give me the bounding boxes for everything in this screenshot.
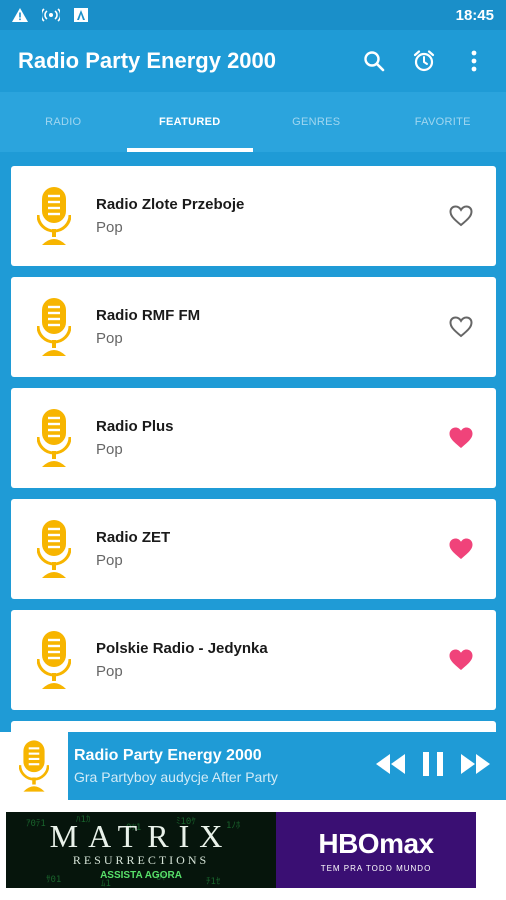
more-vertical-icon — [471, 50, 477, 72]
station-card[interactable]: Radio RMF FM Pop — [11, 277, 496, 377]
rewind-button[interactable] — [376, 753, 406, 779]
favorite-toggle[interactable] — [426, 538, 496, 560]
tab-favorite[interactable]: FAVORITE — [380, 92, 506, 152]
station-genre: Pop — [96, 552, 123, 569]
fast-forward-button[interactable] — [460, 753, 490, 779]
tab-bar: RADIO FEATURED GENRES FAVORITE — [0, 92, 506, 152]
heart-outline-icon — [449, 205, 473, 227]
station-name: Radio RMF FM — [96, 307, 201, 324]
favorite-toggle[interactable] — [426, 205, 496, 227]
heart-filled-icon — [449, 649, 473, 670]
heart-filled-icon — [449, 427, 473, 448]
tab-radio[interactable]: RADIO — [0, 92, 127, 152]
heart-outline-icon — [449, 316, 473, 338]
fast-forward-icon — [461, 753, 490, 774]
overflow-menu-button[interactable] — [460, 47, 488, 75]
ad-matrix-panel: ｱ0ﾃ1 ﾊ1ｶ 0ﾂ1 ﾐ10ｹ 1ﾉﾎ ｻ01 ﾁ1ｾ 0ｷ ﾑ1 MATRIX RES… — [6, 812, 276, 888]
station-card[interactable]: Radio ZET Pop — [11, 499, 496, 599]
app-title: Radio Party Energy 2000 — [18, 48, 277, 73]
station-genre: Pop — [96, 663, 123, 680]
alarm-button[interactable] — [410, 47, 438, 75]
favorite-toggle[interactable] — [426, 649, 496, 671]
microphone-icon — [11, 187, 96, 245]
now-playing-bar[interactable]: Radio Party Energy 2000 Gra Partyboy aud… — [0, 732, 506, 800]
rewind-icon — [376, 753, 405, 774]
microphone-icon — [11, 409, 96, 467]
tab-featured[interactable]: FEATURED — [126, 92, 254, 152]
station-name: Radio Zlote Przeboje — [96, 196, 245, 213]
status-bar: 18:45 — [0, 0, 506, 30]
station-genre: Pop — [96, 330, 123, 347]
now-playing-subtitle: Gra Partyboy audycje After Party — [74, 769, 278, 785]
station-card-partial[interactable] — [11, 721, 496, 732]
microphone-icon — [11, 631, 96, 689]
ad-hbomax-logo: HBOmax — [318, 827, 434, 859]
tab-genres[interactable]: GENRES — [253, 92, 380, 152]
ad-matrix-subtitle: RESURRECTIONS — [72, 853, 210, 867]
broadcast-icon — [42, 8, 60, 22]
heart-filled-icon — [449, 538, 473, 559]
ad-matrix-cta: ASSISTA AGORA — [100, 870, 182, 881]
station-genre: Pop — [96, 441, 123, 458]
station-list: Radio Zlote Przeboje Pop Radio RMF FM Po… — [0, 152, 506, 732]
ad-hbomax-tagline: TEM PRA TODO MUNDO — [320, 863, 432, 873]
station-genre: Pop — [96, 219, 123, 236]
ad-matrix-title: MATRIX — [49, 818, 233, 854]
now-playing-thumbnail — [0, 732, 68, 800]
station-name: Polskie Radio - Jedynka — [96, 640, 268, 657]
ad-banner[interactable]: ｱ0ﾃ1 ﾊ1ｶ 0ﾂ1 ﾐ10ｹ 1ﾉﾎ ｻ01 ﾁ1ｾ 0ｷ ﾑ1 MATRIX RES… — [0, 800, 506, 900]
app-notification-icon — [74, 8, 88, 22]
alarm-clock-icon — [413, 50, 435, 72]
microphone-icon — [19, 740, 49, 792]
station-card[interactable]: Radio Plus Pop — [11, 388, 496, 488]
ad-hbomax-panel: HBOmax TEM PRA TODO MUNDO — [276, 812, 476, 888]
station-card[interactable]: Radio Zlote Przeboje Pop — [11, 166, 496, 266]
search-button[interactable] — [360, 47, 388, 75]
station-card[interactable]: Polskie Radio - Jedynka Pop — [11, 610, 496, 710]
favorite-toggle[interactable] — [426, 316, 496, 338]
station-name: Radio ZET — [96, 529, 171, 546]
pause-button[interactable] — [422, 751, 444, 781]
search-icon — [364, 51, 385, 72]
now-playing-title: Radio Party Energy 2000 — [74, 747, 262, 764]
favorite-toggle[interactable] — [426, 427, 496, 449]
warning-icon — [12, 8, 28, 22]
app-bar: Radio Party Energy 2000 — [0, 30, 506, 92]
station-name: Radio Plus — [96, 418, 174, 435]
microphone-icon — [11, 520, 96, 578]
pause-icon — [423, 751, 443, 776]
status-time: 18:45 — [455, 6, 494, 24]
microphone-icon — [11, 298, 96, 356]
